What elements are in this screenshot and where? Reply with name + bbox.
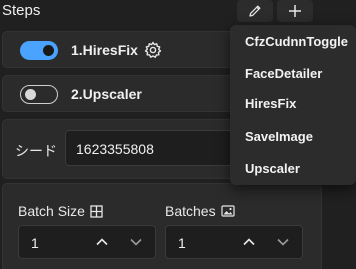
menu-item-saveimage[interactable]: SaveImage [245,129,313,144]
menu-item-cfzcudnntoggle[interactable]: CfzCudnnToggle [245,34,348,49]
step-toggle-hiresfix[interactable] [20,41,58,60]
batches-stepper[interactable]: 1 [165,225,303,259]
edit-button[interactable] [237,0,273,22]
steps-panel: Steps 1.HiresFix 2.Upscaler シード 16233558… [0,0,356,269]
batches-label: Batches [165,203,216,219]
seed-value: 1623355808 [76,141,154,157]
steps-header: Steps [0,0,356,24]
chevron-down-icon[interactable] [129,235,143,249]
pencil-icon [249,5,261,17]
plus-icon [289,5,301,17]
menu-item-upscaler[interactable]: Upscaler [245,161,300,176]
batch-size-stepper[interactable]: 1 [18,225,156,259]
step-label: 1.HiresFix [71,42,138,58]
batch-size-label-group: Batch Size [18,203,103,219]
add-step-menu: CfzCudnnToggle FaceDetailer HiresFix Sav… [230,25,356,185]
seed-label: シード [15,143,57,159]
grid-icon [90,204,103,218]
chevron-down-icon[interactable] [276,235,290,249]
chevron-up-icon[interactable] [242,235,256,249]
menu-item-hiresfix[interactable]: HiresFix [245,96,296,111]
batch-size-label: Batch Size [18,203,85,219]
toggle-knob [43,45,54,56]
image-icon [220,205,235,217]
batches-label-group: Batches [165,203,235,219]
gear-icon[interactable] [143,40,163,60]
batch-size-value: 1 [31,235,39,251]
panel-title: Steps [2,2,41,19]
step-label: 2.Upscaler [71,86,142,102]
menu-item-facedetailer[interactable]: FaceDetailer [245,66,322,81]
batch-card: Batch Size 1 Batches 1 [2,183,322,269]
batches-value: 1 [178,235,186,251]
toggle-knob [25,89,36,100]
add-step-button[interactable] [277,0,313,22]
step-toggle-upscaler[interactable] [20,85,58,104]
chevron-up-icon[interactable] [95,235,109,249]
